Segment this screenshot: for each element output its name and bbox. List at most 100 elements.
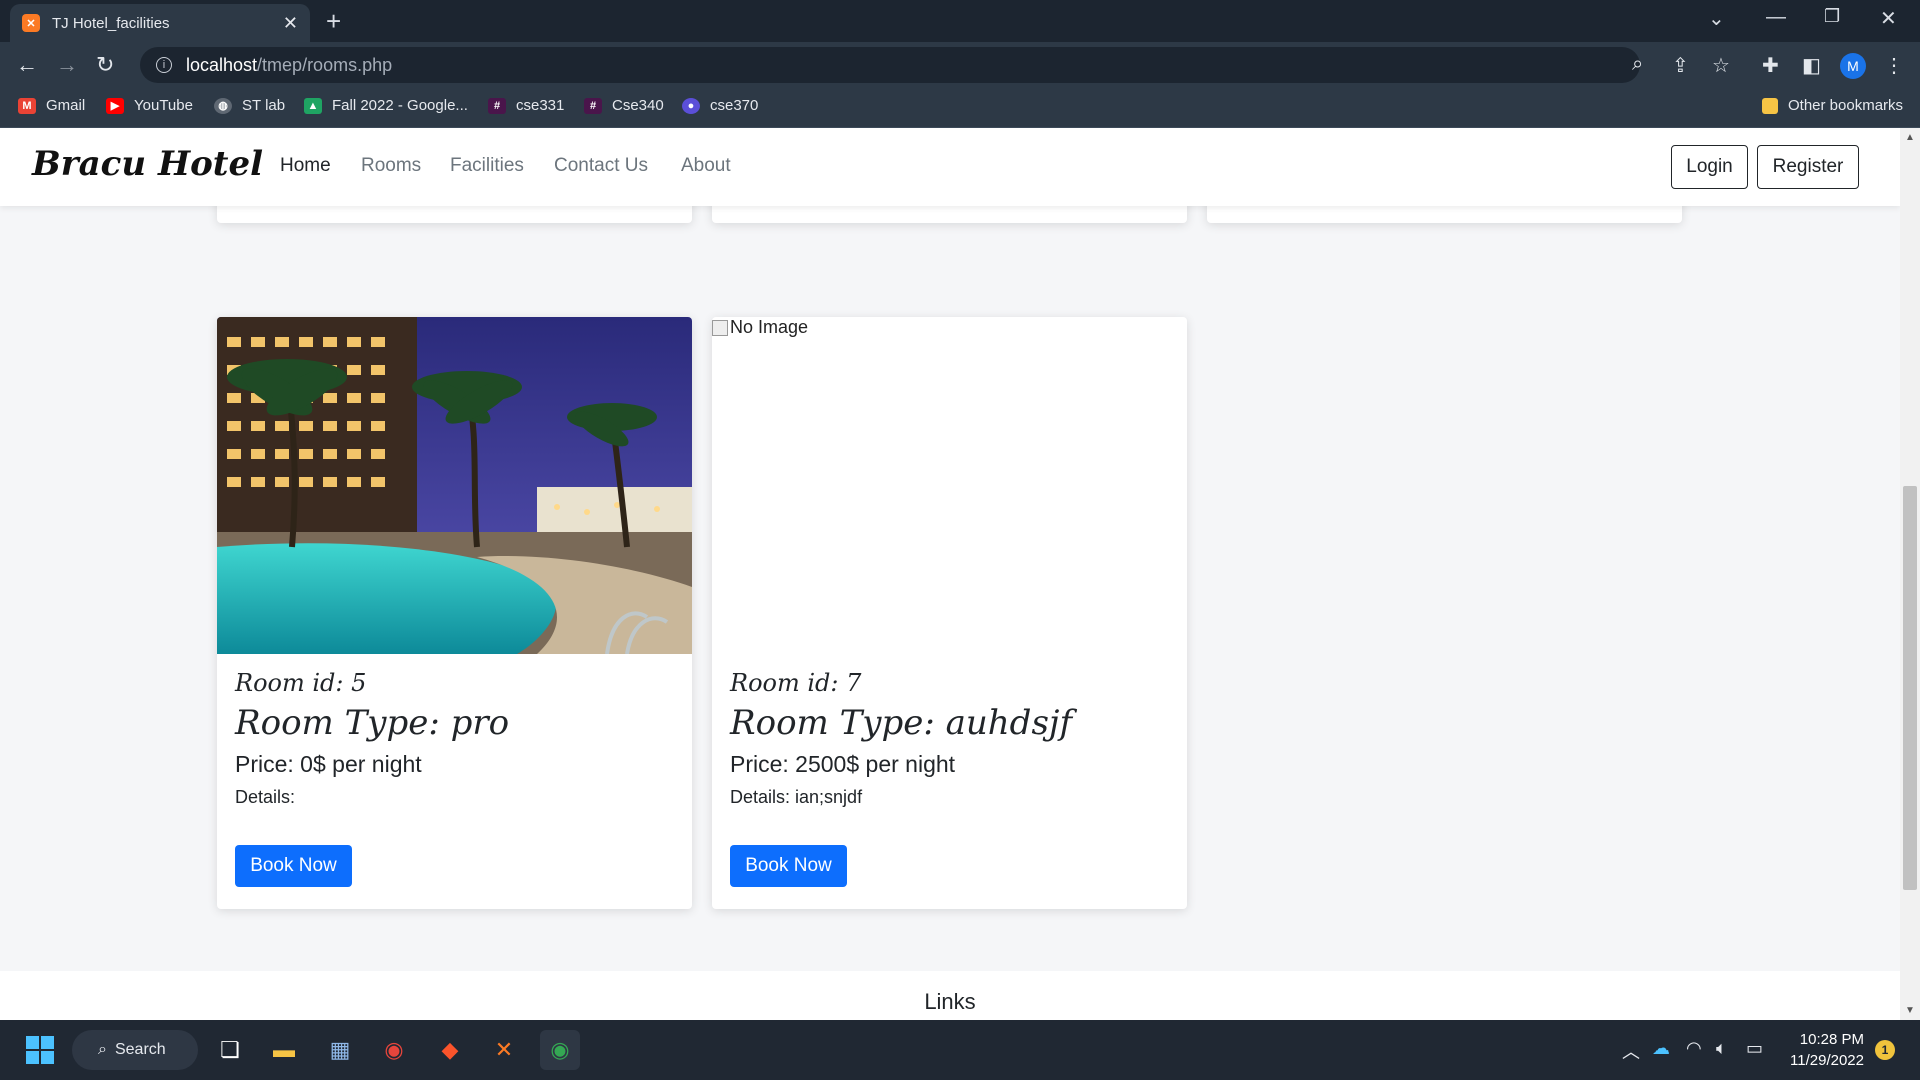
google-drive-icon: ▲	[304, 97, 322, 114]
photos-icon[interactable]: ▦	[320, 1030, 360, 1070]
room-card: No Image Room id: 7 Room Type: auhdsjf P…	[712, 317, 1187, 909]
room-card: Room id: 5 Room Type: pro Price: 0$ per …	[217, 317, 692, 909]
browser-titlebar: ✕ TJ Hotel_facilities ✕ + ⌄ — ❐ ✕	[0, 0, 1920, 42]
slack-icon: #	[584, 97, 602, 114]
tab-title: TJ Hotel_facilities	[52, 14, 170, 32]
page-viewport: Book Now Book Now Book Now	[0, 128, 1900, 1020]
tab-close-icon[interactable]: ✕	[283, 13, 298, 34]
bookmark-label: Gmail	[46, 97, 86, 114]
clock-date: 11/29/2022	[1790, 1052, 1864, 1069]
profile-avatar[interactable]: M	[1840, 53, 1866, 79]
globe-icon: ◍	[214, 97, 232, 114]
clock-time: 10:28 PM	[1799, 1031, 1864, 1048]
broken-image: No Image	[712, 317, 808, 338]
zoom-icon[interactable]: ⌕	[1632, 53, 1643, 76]
nav-contact-us[interactable]: Contact Us	[554, 155, 648, 177]
scroll-down-arrow-icon[interactable]: ▼	[1905, 1005, 1915, 1016]
book-now-button[interactable]: Book Now	[235, 845, 352, 887]
tray-chevron-up-icon[interactable]: ︿	[1622, 1038, 1640, 1064]
windows-taskbar: ⌕ Search ❏ ▬ ▦ ◉ ◆ ✕ ◉ ︿ ☁ ◠ 🔈︎ ▭ 10:28 …	[0, 1020, 1920, 1080]
image-alt-text: No Image	[730, 317, 809, 337]
room-image	[217, 317, 692, 654]
minimize-icon[interactable]: —	[1766, 6, 1786, 29]
bookmark-label: Cse340	[612, 97, 664, 114]
page-scrollbar[interactable]: ▲ ▼	[1900, 128, 1920, 1020]
gmail-icon: M	[18, 97, 36, 114]
side-panel-icon[interactable]: ◧	[1802, 53, 1821, 78]
share-icon[interactable]: ⇪	[1672, 53, 1689, 78]
site-info-icon[interactable]: i	[156, 57, 172, 73]
reload-icon[interactable]: ↻	[96, 52, 114, 78]
other-bookmarks[interactable]: Other bookmarks	[1762, 97, 1903, 114]
nav-rooms[interactable]: Rooms	[361, 155, 421, 177]
extensions-puzzle-icon[interactable]: ✚	[1762, 53, 1779, 78]
windows-start-icon[interactable]	[20, 1030, 60, 1070]
bookmark-label: ST lab	[242, 97, 286, 114]
notification-badge[interactable]: 1	[1875, 1040, 1895, 1060]
onedrive-icon[interactable]: ☁	[1652, 1038, 1670, 1059]
brave-icon[interactable]: ◆	[430, 1030, 470, 1070]
bookmark-google-drive[interactable]: ▲ Fall 2022 - Google...	[304, 97, 468, 114]
bookmark-label: cse331	[516, 97, 565, 114]
xampp-favicon-icon: ✕	[22, 14, 40, 32]
scroll-up-arrow-icon[interactable]: ▲	[1905, 132, 1915, 143]
folder-icon	[1762, 97, 1778, 114]
bookmark-cse331[interactable]: # cse331	[488, 97, 564, 114]
register-button[interactable]: Register	[1757, 145, 1859, 189]
room-price: Price: 0$ per night	[235, 751, 422, 777]
footer-links-heading: Links	[924, 989, 976, 1014]
broken-image-icon	[712, 319, 728, 336]
wifi-icon[interactable]: ◠	[1686, 1038, 1702, 1059]
room-type: Room Type: pro	[235, 703, 510, 743]
chrome-profile-icon[interactable]: ◉	[540, 1030, 580, 1070]
bookmark-gmail[interactable]: M Gmail	[18, 97, 85, 114]
url-host: localhost	[186, 54, 258, 75]
login-button[interactable]: Login	[1671, 145, 1748, 189]
site-brand[interactable]: Bracu Hotel	[32, 144, 263, 184]
browser-tab[interactable]: ✕ TJ Hotel_facilities ✕	[10, 4, 310, 42]
chrome-icon[interactable]: ◉	[374, 1030, 414, 1070]
bookmarks-bar: M Gmail ▶ YouTube ◍ ST lab ▲ Fall 2022 -…	[0, 88, 1920, 128]
task-view-icon[interactable]: ❏	[210, 1030, 250, 1070]
close-window-icon[interactable]: ✕	[1880, 6, 1897, 31]
room-details: Details: ian;snjdf	[730, 787, 863, 807]
room-price: Price: 2500$ per night	[730, 751, 956, 777]
site-navbar: Bracu Hotel Home Rooms Facilities Contac…	[0, 128, 1900, 206]
scrollbar-thumb[interactable]	[1903, 486, 1917, 890]
search-icon: ⌕	[98, 1041, 107, 1058]
other-bookmarks-label: Other bookmarks	[1788, 97, 1904, 114]
site-footer: Links	[0, 971, 1900, 1020]
forward-arrow-icon[interactable]: →	[56, 52, 78, 78]
volume-icon[interactable]: 🔈︎	[1716, 1038, 1727, 1059]
taskbar-clock[interactable]: 10:28 PM 11/29/2022	[1784, 1029, 1864, 1071]
bookmark-cse370[interactable]: ● cse370	[682, 97, 758, 114]
back-arrow-icon[interactable]: ←	[16, 52, 38, 78]
room-details: Details:	[235, 787, 296, 807]
youtube-icon: ▶	[106, 97, 124, 114]
taskbar-search-label: Search	[114, 1041, 166, 1058]
bookmark-label: Fall 2022 - Google...	[332, 97, 468, 114]
bookmark-star-icon[interactable]: ☆	[1712, 53, 1730, 78]
battery-icon[interactable]: ▭	[1746, 1038, 1763, 1059]
new-tab-plus-icon[interactable]: +	[326, 6, 341, 37]
room-id: Room id: 7	[730, 669, 862, 697]
restore-icon[interactable]: ❐	[1824, 6, 1840, 27]
nav-home[interactable]: Home	[280, 155, 331, 177]
address-bar[interactable]: i localhost/tmep/rooms.php	[140, 47, 1640, 83]
nav-facilities[interactable]: Facilities	[450, 155, 524, 177]
file-explorer-icon[interactable]: ▬	[264, 1030, 304, 1070]
bookmark-label: cse370	[710, 97, 759, 114]
bookmark-youtube[interactable]: ▶ YouTube	[106, 97, 193, 114]
bookmark-st-lab[interactable]: ◍ ST lab	[214, 97, 285, 114]
nav-about[interactable]: About	[681, 155, 731, 177]
tab-search-chevron-icon[interactable]: ⌄	[1708, 6, 1725, 31]
taskbar-search[interactable]: ⌕ Search	[72, 1030, 198, 1070]
book-now-button[interactable]: Book Now	[730, 845, 847, 887]
hotel-pool-photo	[217, 317, 692, 654]
bookmark-cse340[interactable]: # Cse340	[584, 97, 664, 114]
slack-icon: #	[488, 97, 506, 114]
bookmark-label: YouTube	[134, 97, 193, 114]
menu-kebab-icon[interactable]: ⋮	[1884, 53, 1904, 78]
room-type: Room Type: auhdsjf	[730, 703, 1073, 743]
xampp-icon[interactable]: ✕	[484, 1030, 524, 1070]
